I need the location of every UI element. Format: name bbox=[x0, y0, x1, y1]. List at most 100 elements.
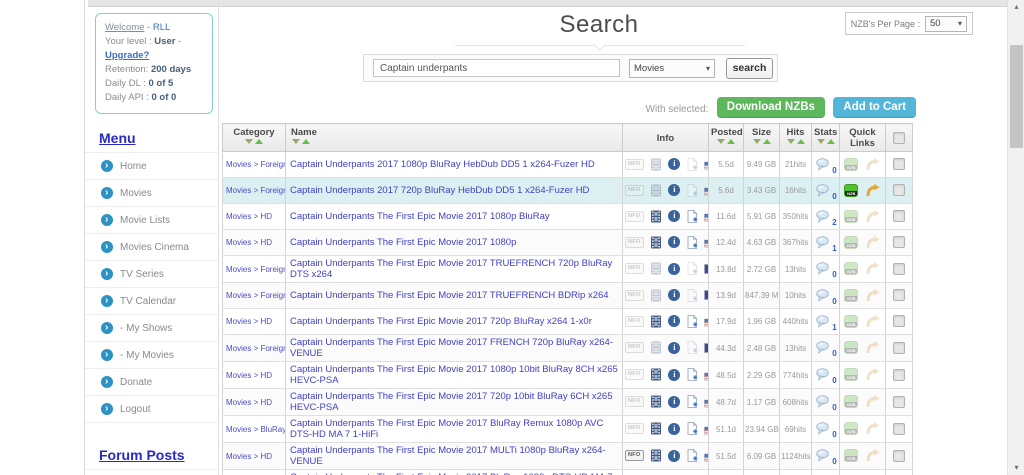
add-to-cart-button[interactable]: Add to Cart bbox=[833, 97, 916, 118]
comments-balloon-icon[interactable] bbox=[816, 209, 830, 223]
row-checkbox[interactable] bbox=[893, 236, 905, 249]
add-to-cart-hand-icon[interactable] bbox=[866, 183, 880, 197]
info-icon[interactable] bbox=[668, 289, 681, 302]
download-nzb-icon[interactable]: NZB bbox=[844, 288, 859, 302]
document-add-icon[interactable] bbox=[687, 157, 698, 171]
comments-link[interactable]: 0 bbox=[815, 182, 837, 201]
column-header[interactable]: Info bbox=[622, 123, 709, 152]
release-name-link[interactable]: Captain Underpants The First Epic Movie … bbox=[290, 316, 592, 327]
comments-link[interactable]: 2 bbox=[815, 208, 837, 227]
sort-desc-icon[interactable] bbox=[245, 139, 253, 144]
row-checkbox[interactable] bbox=[893, 341, 905, 354]
category-link[interactable]: Movies > Foreign bbox=[226, 344, 285, 353]
film-icon[interactable] bbox=[650, 422, 662, 435]
comments-balloon-icon[interactable] bbox=[816, 449, 830, 463]
document-add-icon[interactable] bbox=[687, 395, 698, 409]
release-name-link[interactable]: Captain Underpants The First Epic Movie … bbox=[290, 211, 550, 222]
comments-link[interactable]: 1 bbox=[815, 234, 837, 253]
film-icon[interactable] bbox=[650, 395, 662, 408]
add-to-cart-hand-icon[interactable] bbox=[866, 288, 880, 302]
download-nzb-icon[interactable]: NZB bbox=[844, 314, 859, 328]
category-link[interactable]: Movies > HD bbox=[226, 398, 272, 407]
nfo-icon[interactable]: NFO bbox=[625, 236, 644, 248]
sidebar-item-7[interactable]: - My Movies bbox=[85, 341, 218, 368]
sidebar-item-6[interactable]: - My Shows bbox=[85, 314, 218, 341]
info-icon[interactable] bbox=[668, 422, 681, 435]
language-flags-icon[interactable] bbox=[704, 236, 708, 248]
category-link[interactable]: Movies > Foreign bbox=[226, 160, 285, 169]
column-header[interactable]: Quick Links bbox=[839, 123, 886, 152]
language-flags-icon[interactable] bbox=[704, 450, 708, 462]
comments-balloon-icon[interactable] bbox=[816, 288, 830, 302]
info-icon[interactable] bbox=[668, 368, 681, 381]
info-icon[interactable] bbox=[668, 341, 681, 354]
release-name-link[interactable]: Captain Underpants 2017 720p BluRay HebD… bbox=[290, 185, 589, 196]
category-link[interactable]: Movies > HD bbox=[226, 238, 272, 247]
info-icon[interactable] bbox=[668, 210, 681, 223]
sort-asc-icon[interactable] bbox=[796, 139, 805, 144]
category-link[interactable]: Movies > HD bbox=[226, 371, 272, 380]
sort-desc-icon[interactable] bbox=[752, 139, 761, 144]
row-checkbox[interactable] bbox=[893, 368, 905, 381]
row-checkbox[interactable] bbox=[893, 315, 905, 328]
download-nzb-icon[interactable]: NZB bbox=[844, 209, 859, 223]
add-to-cart-hand-icon[interactable] bbox=[866, 262, 880, 275]
category-link[interactable]: Movies > HD bbox=[226, 212, 272, 221]
add-to-cart-hand-icon[interactable] bbox=[866, 235, 880, 249]
add-to-cart-hand-icon[interactable] bbox=[866, 341, 880, 354]
row-checkbox[interactable] bbox=[893, 262, 905, 275]
scroll-down-icon[interactable] bbox=[1008, 461, 1024, 475]
download-nzb-icon[interactable]: NZB bbox=[844, 368, 859, 382]
document-add-icon[interactable] bbox=[687, 209, 698, 223]
document-add-icon[interactable] bbox=[687, 262, 698, 276]
nfo-icon[interactable]: NFO bbox=[625, 289, 644, 301]
menu-title-link[interactable]: Menu bbox=[99, 130, 136, 146]
comments-balloon-icon[interactable] bbox=[816, 395, 830, 409]
forum-posts-title-link[interactable]: Forum Posts bbox=[99, 447, 185, 463]
nfo-icon[interactable]: NFO bbox=[625, 423, 644, 435]
release-name-link[interactable]: Captain Underpants The First Epic Movie … bbox=[290, 391, 612, 413]
row-checkbox[interactable] bbox=[893, 210, 905, 223]
language-flags-icon[interactable] bbox=[704, 158, 708, 170]
column-header[interactable]: Size bbox=[743, 123, 780, 152]
sort-icons[interactable] bbox=[814, 139, 837, 145]
sidebar-item-3[interactable]: Movies Cinema bbox=[85, 233, 218, 260]
sidebar-item-0[interactable]: Home bbox=[85, 152, 218, 179]
sort-icons[interactable] bbox=[225, 139, 283, 145]
release-name-link[interactable]: Captain Underpants The First Epic Movie … bbox=[290, 337, 613, 359]
row-checkbox[interactable] bbox=[893, 449, 905, 462]
category-link[interactable]: Movies > HD bbox=[226, 317, 272, 326]
search-button[interactable]: search bbox=[726, 57, 773, 79]
nfo-icon[interactable]: NFO bbox=[625, 342, 644, 354]
info-icon[interactable] bbox=[668, 236, 681, 249]
info-icon[interactable] bbox=[668, 184, 681, 197]
sort-asc-icon[interactable] bbox=[727, 139, 735, 144]
language-flags-icon[interactable] bbox=[704, 369, 708, 381]
download-nzb-icon[interactable]: NZB bbox=[844, 395, 859, 409]
sidebar-item-1[interactable]: Movies bbox=[85, 179, 218, 206]
column-header[interactable]: Name bbox=[285, 123, 623, 152]
download-nzb-icon[interactable]: NZB bbox=[844, 341, 859, 355]
download-nzb-icon[interactable]: NZB bbox=[844, 422, 859, 436]
column-header[interactable]: Stats bbox=[811, 123, 840, 152]
download-nzbs-button[interactable]: Download NZBs bbox=[716, 97, 825, 118]
welcome-link[interactable]: Welcome bbox=[105, 22, 144, 33]
row-checkbox[interactable] bbox=[893, 422, 905, 435]
sort-desc-icon[interactable] bbox=[292, 139, 300, 144]
add-to-cart-hand-icon[interactable] bbox=[866, 314, 880, 328]
sort-desc-icon[interactable] bbox=[816, 139, 825, 144]
sort-asc-icon[interactable] bbox=[302, 139, 310, 144]
language-flags-icon[interactable] bbox=[704, 396, 708, 408]
film-icon[interactable] bbox=[650, 368, 662, 381]
comments-link[interactable]: 0 bbox=[815, 447, 837, 466]
row-checkbox[interactable] bbox=[893, 184, 905, 197]
sort-icons[interactable] bbox=[291, 139, 620, 145]
document-add-icon[interactable] bbox=[687, 341, 698, 355]
comments-balloon-icon[interactable] bbox=[816, 235, 830, 249]
nfo-icon[interactable]: NFO bbox=[625, 210, 644, 222]
film-icon[interactable] bbox=[650, 341, 662, 354]
column-header[interactable]: Category bbox=[222, 123, 286, 152]
release-name-link[interactable]: Captain Underpants The First Epic Movie … bbox=[290, 418, 603, 440]
document-add-icon[interactable] bbox=[687, 183, 698, 197]
release-name-link[interactable]: Captain Underpants The First Epic Movie … bbox=[290, 237, 516, 248]
